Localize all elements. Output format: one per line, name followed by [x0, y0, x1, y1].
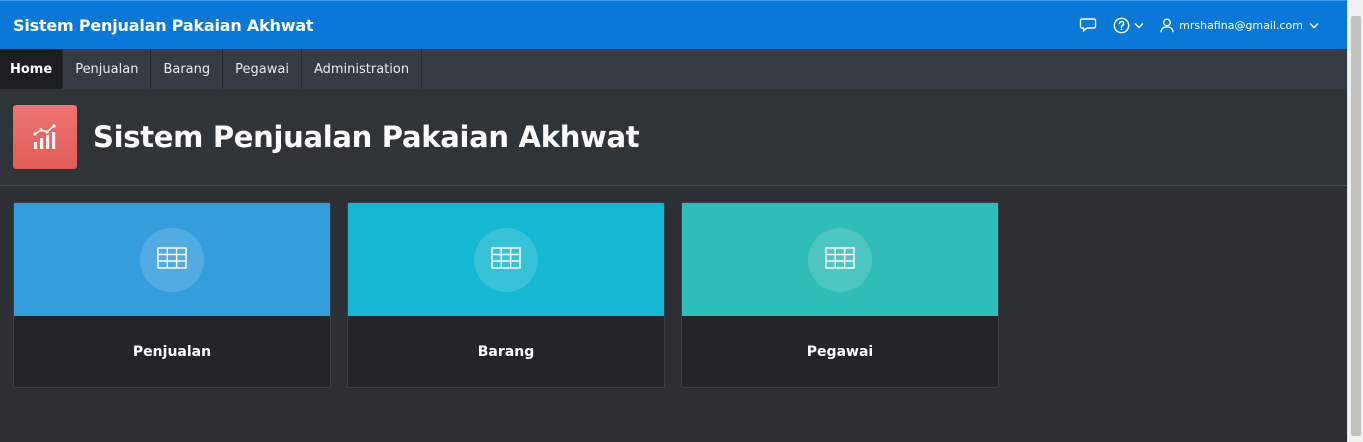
- chart-icon: [13, 105, 77, 169]
- app-window: Sistem Penjualan Pakaian Akhwat mrshafin…: [0, 0, 1363, 442]
- chevron-down-icon: [1134, 22, 1144, 29]
- card-icon-circle: [474, 227, 538, 292]
- card-header: [682, 203, 998, 316]
- table-icon: [157, 246, 187, 273]
- app-title[interactable]: Sistem Penjualan Pakaian Akhwat: [0, 16, 314, 35]
- header-actions: mrshafina@gmail.com: [1071, 1, 1347, 50]
- card-label: Penjualan: [132, 344, 212, 360]
- card-header: [348, 203, 664, 316]
- nav-item-pegawai[interactable]: Pegawai: [223, 49, 302, 89]
- card-pegawai[interactable]: Pegawai: [681, 202, 999, 388]
- page-title: Sistem Penjualan Pakaian Akhwat: [93, 120, 640, 154]
- vertical-scrollbar[interactable]: [1347, 0, 1363, 442]
- nav-item-barang[interactable]: Barang: [151, 49, 224, 89]
- nav-item-penjualan[interactable]: Penjualan: [63, 49, 152, 89]
- nav-item-home[interactable]: Home: [0, 49, 64, 89]
- chat-icon: [1079, 17, 1097, 33]
- user-email: mrshafina@gmail.com: [1179, 18, 1303, 32]
- table-icon: [491, 246, 521, 273]
- card-list: Penjualan Barang Pegawai: [13, 202, 999, 388]
- card-header: [14, 203, 330, 316]
- card-label: Pegawai: [806, 344, 874, 360]
- nav-item-administration[interactable]: Administration: [302, 49, 423, 89]
- scrollbar-thumb[interactable]: [1351, 16, 1361, 436]
- help-icon: [1113, 17, 1130, 34]
- card-barang[interactable]: Barang: [347, 202, 665, 388]
- feedback-button[interactable]: [1071, 1, 1105, 50]
- hero-region: Sistem Penjualan Pakaian Akhwat: [0, 89, 1347, 186]
- chevron-down-icon: [1309, 22, 1319, 29]
- main-nav: Home Penjualan Barang Pegawai Administra…: [0, 49, 1347, 89]
- card-label: Barang: [477, 344, 535, 360]
- card-penjualan[interactable]: Penjualan: [13, 202, 331, 388]
- card-icon-circle: [140, 227, 204, 292]
- user-icon: [1160, 18, 1174, 33]
- user-menu-button[interactable]: mrshafina@gmail.com: [1152, 1, 1327, 50]
- card-icon-circle: [808, 227, 872, 292]
- table-icon: [825, 246, 855, 273]
- top-header: Sistem Penjualan Pakaian Akhwat mrshafin…: [0, 0, 1347, 49]
- help-menu-button[interactable]: [1105, 1, 1152, 50]
